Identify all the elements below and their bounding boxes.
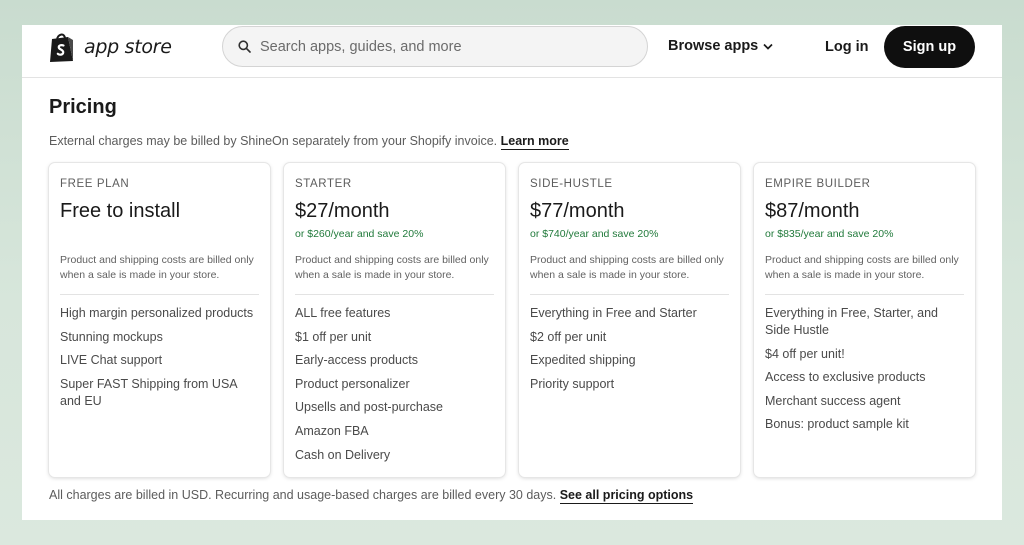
login-button[interactable]: Log in xyxy=(825,39,869,55)
browse-apps-label: Browse apps xyxy=(668,38,759,54)
plan-features: High margin personalized products Stunni… xyxy=(60,305,259,410)
plan-feature: Everything in Free, Starter, and Side Hu… xyxy=(765,306,939,337)
plan-card-free: FREE PLAN Free to install Product and sh… xyxy=(49,163,270,477)
plan-price: $27/month xyxy=(295,200,390,222)
plan-name: FREE PLAN xyxy=(60,178,130,190)
plan-features: Everything in Free and Starter $2 off pe… xyxy=(530,305,729,393)
plan-yearly-price xyxy=(60,228,259,241)
plan-card-empire-builder: EMPIRE BUILDER $87/month or $835/year an… xyxy=(754,163,975,477)
shopify-bag-icon xyxy=(50,33,73,62)
plan-price: Free to install xyxy=(60,200,181,222)
plan-card-starter: STARTER $27/month or $260/year and save … xyxy=(284,163,505,477)
search-input[interactable] xyxy=(260,38,620,55)
plan-card-side-hustle: SIDE-HUSTLE $77/month or $740/year and s… xyxy=(519,163,740,477)
plan-price: $77/month xyxy=(530,200,625,222)
plan-yearly-price: or $740/year and save 20% xyxy=(530,228,659,240)
search-icon xyxy=(238,40,251,53)
plan-feature: Amazon FBA xyxy=(295,423,369,438)
browse-apps-menu[interactable]: Browse apps xyxy=(668,38,773,54)
site-header: app store Browse apps Log in Sign up xyxy=(22,25,1002,78)
plan-features: Everything in Free, Starter, and Side Hu… xyxy=(765,305,964,433)
chevron-down-icon xyxy=(763,43,773,50)
plan-feature: Priority support xyxy=(530,376,615,391)
plan-yearly-price: or $835/year and save 20% xyxy=(765,228,894,240)
plan-description: Product and shipping costs are billed on… xyxy=(60,254,254,281)
divider xyxy=(765,294,964,295)
plan-feature: Access to exclusive products xyxy=(765,370,926,385)
divider xyxy=(60,294,259,295)
plan-feature: Early-access products xyxy=(295,353,418,368)
plan-feature: Super FAST Shipping from USA and EU xyxy=(60,376,237,408)
plan-name: EMPIRE BUILDER xyxy=(765,178,871,190)
plan-feature: High margin personalized products xyxy=(60,306,254,320)
plan-feature: Expedited shipping xyxy=(530,353,636,368)
divider xyxy=(530,294,729,295)
plan-description: Product and shipping costs are billed on… xyxy=(295,254,489,281)
plan-name: STARTER xyxy=(295,178,352,190)
app-store-logo[interactable]: app store xyxy=(48,31,172,63)
signup-button[interactable]: Sign up xyxy=(884,26,975,68)
billing-footer: All charges are billed in USD. Recurring… xyxy=(49,488,694,504)
learn-more-link[interactable]: Learn more xyxy=(500,134,569,150)
plan-feature: Merchant success agent xyxy=(765,393,901,408)
plan-features: ALL free features $1 off per unit Early-… xyxy=(295,305,494,464)
billing-footer-text: All charges are billed in USD. Recurring… xyxy=(49,488,557,502)
plan-feature: Upsells and post-purchase xyxy=(295,400,443,415)
plan-feature: $2 off per unit xyxy=(530,329,607,344)
plan-description: Product and shipping costs are billed on… xyxy=(765,254,959,281)
plan-feature: Bonus: product sample kit xyxy=(765,417,909,432)
divider xyxy=(295,294,494,295)
plan-yearly-price: or $260/year and save 20% xyxy=(295,228,424,240)
plan-feature: $4 off per unit! xyxy=(765,346,845,361)
page-title: Pricing xyxy=(49,96,117,118)
plan-name: SIDE-HUSTLE xyxy=(530,178,613,190)
plan-feature: $1 off per unit xyxy=(295,329,372,344)
pricing-plans: FREE PLAN Free to install Product and sh… xyxy=(49,163,975,477)
billing-notice-text: External charges may be billed by ShineO… xyxy=(49,134,498,148)
plan-price: $87/month xyxy=(765,200,860,222)
app-window: app store Browse apps Log in Sign up Pri… xyxy=(22,25,1002,520)
plan-feature: ALL free features xyxy=(295,306,391,320)
plan-description: Product and shipping costs are billed on… xyxy=(530,254,724,281)
see-all-pricing-link[interactable]: See all pricing options xyxy=(559,488,694,504)
plan-feature: Stunning mockups xyxy=(60,329,163,344)
plan-feature: Product personalizer xyxy=(295,376,410,391)
plan-feature: LIVE Chat support xyxy=(60,353,163,368)
search-bar[interactable] xyxy=(222,26,648,67)
plan-feature: Cash on Delivery xyxy=(295,447,391,462)
logo-text: app store xyxy=(84,36,172,58)
billing-notice: External charges may be billed by ShineO… xyxy=(49,134,569,150)
plan-feature: Everything in Free and Starter xyxy=(530,306,697,320)
